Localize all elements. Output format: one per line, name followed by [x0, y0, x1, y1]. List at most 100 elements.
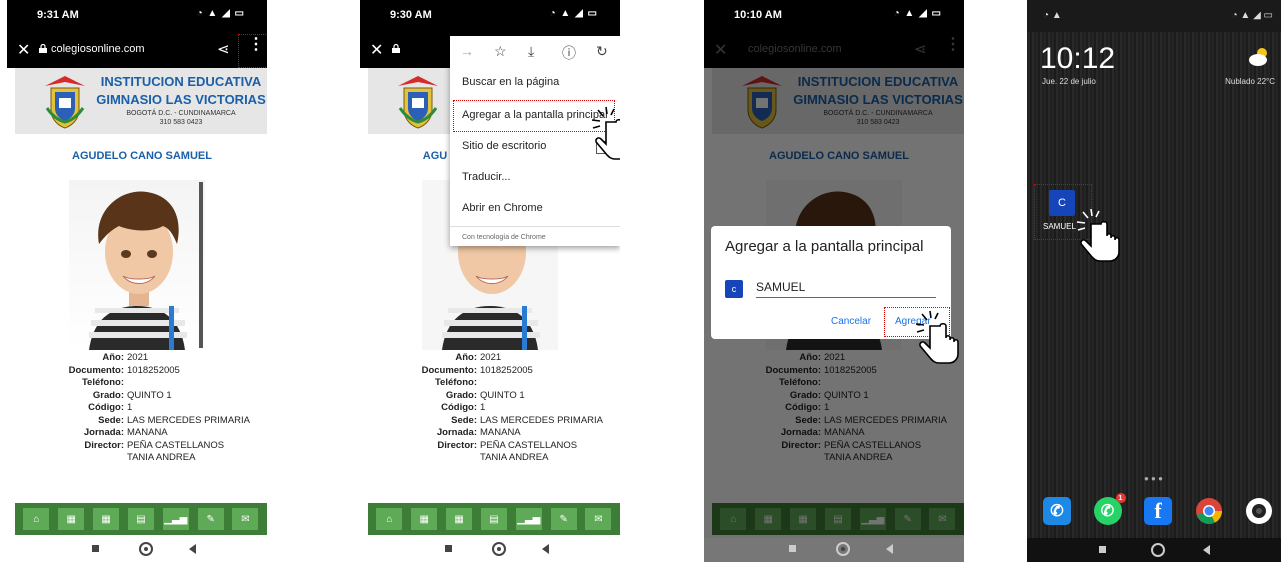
menu-action-row: → ☆ ⤓ ⓘ ↻ — [450, 36, 620, 66]
info-icon[interactable]: ⓘ — [562, 43, 576, 63]
chart-icon[interactable]: ▁▃▅ — [515, 508, 542, 530]
recents-button[interactable] — [445, 545, 452, 552]
home-icon[interactable]: ⌂ — [23, 508, 50, 530]
lock-icon — [392, 44, 400, 53]
info-row-campus: Sede:LAS MERCEDES PRIMARIA — [451, 414, 603, 426]
date-text: Jue. 22 de julio — [1042, 77, 1096, 86]
back-button[interactable] — [1203, 545, 1210, 555]
menu-item-translate[interactable]: Traducir... — [462, 171, 511, 183]
phone-screen-step-1: 9:31 AM ◔ ▲ ◢ ▭ ✕ colegiosonline.com ⋖ ⋮… — [7, 0, 267, 562]
apps-icon[interactable]: ▦ — [93, 508, 120, 530]
document-icon[interactable]: ▤ — [480, 508, 507, 530]
lock-icon — [39, 44, 47, 53]
phone-screen-step-3: 10:10 AM ◔ ▲ ◢ ▭ ✕ colegiosonline.com ⋖ … — [704, 0, 964, 562]
home-icon[interactable]: ⌂ — [376, 508, 403, 530]
recents-button[interactable] — [92, 545, 99, 552]
back-button[interactable] — [189, 544, 196, 554]
samuel-shortcut-icon[interactable]: C — [1049, 190, 1075, 216]
grid-icon[interactable]: ▦ — [58, 508, 85, 530]
close-icon[interactable]: ✕ — [370, 40, 383, 60]
tap-hand-icon — [591, 106, 620, 160]
chart-icon[interactable]: ▁▃▅ — [162, 508, 189, 530]
status-icons: ◔ ▲ ◢ ▭ — [196, 8, 245, 19]
android-nav-bar — [1027, 538, 1281, 562]
student-photo — [69, 180, 205, 350]
samuel-shortcut-label[interactable]: SAMUEL — [1043, 222, 1076, 231]
document-icon[interactable]: ▤ — [127, 508, 154, 530]
shortcut-name-input[interactable]: SAMUEL — [756, 280, 805, 294]
cancel-button[interactable]: Cancelar — [831, 316, 871, 327]
status-time: 9:30 AM — [390, 9, 432, 21]
recents-button[interactable] — [789, 545, 796, 552]
info-row-document: Documento:1018252005 — [68, 364, 180, 376]
refresh-icon[interactable]: ↻ — [596, 43, 608, 60]
school-banner: INSTITUCION EDUCATIVA GIMNASIO LAS VICTO… — [15, 68, 267, 134]
status-icons: ◔ ▲ ◢ ▭ — [1231, 10, 1273, 21]
android-nav-bar — [360, 538, 620, 562]
info-row-campus: Sede:LAS MERCEDES PRIMARIA — [98, 414, 250, 426]
info-row-shift: Jornada:MANANA — [436, 427, 521, 438]
mail-icon[interactable]: ✉ — [232, 508, 259, 530]
back-button[interactable] — [542, 544, 549, 554]
menu-item-find[interactable]: Buscar en la página — [462, 76, 559, 88]
student-name: AGUDELO CANO SAMUEL — [72, 150, 212, 162]
info-row-shift: Jornada:MANANA — [83, 427, 168, 438]
phone-app-icon[interactable]: ✆ — [1043, 497, 1071, 525]
home-button[interactable] — [492, 542, 506, 556]
home-button[interactable] — [139, 542, 153, 556]
info-row-director: Director:PEÑA CASTELLANOS — [84, 439, 225, 451]
camera-app-icon[interactable] — [1245, 497, 1273, 525]
shortcut-preview-icon: c — [725, 280, 743, 298]
info-row-code: Código:1 — [441, 402, 486, 413]
share-icon[interactable]: ⋖ — [217, 40, 230, 58]
info-row-director-cont: TANIA ANDREA — [480, 452, 549, 463]
menu-divider — [450, 226, 620, 227]
tap-marker — [238, 34, 267, 68]
recents-button[interactable] — [1099, 546, 1106, 553]
school-crest-icon — [45, 76, 85, 129]
page-indicator: ● ● ● — [1144, 474, 1163, 483]
weather-cloud-icon — [1249, 48, 1267, 66]
pencil-icon[interactable]: ✎ — [197, 508, 224, 530]
info-row-year: Año:2021 — [102, 352, 149, 363]
clock-widget[interactable]: 10:12 — [1040, 42, 1115, 76]
home-button[interactable] — [836, 542, 850, 556]
close-icon[interactable]: ✕ — [17, 40, 30, 60]
school-name-line2: GIMNASIO LAS VICTORIAS — [96, 92, 266, 107]
grid-icon[interactable]: ▦ — [411, 508, 438, 530]
browser-toolbar: ✕ colegiosonline.com ⋖ ⋮ — [7, 32, 267, 68]
whatsapp-icon[interactable]: ✆ 1 — [1093, 493, 1126, 525]
back-button[interactable] — [886, 544, 893, 554]
status-icons-left: ◔ ▲ — [1043, 10, 1062, 21]
apps-icon[interactable]: ▦ — [446, 508, 473, 530]
status-bar: 10:10 AM ◔ ▲ ◢ ▭ — [704, 0, 964, 32]
status-time: 9:31 AM — [37, 9, 79, 21]
star-icon[interactable]: ☆ — [494, 43, 507, 60]
facebook-icon[interactable]: f — [1144, 497, 1172, 525]
chrome-icon[interactable] — [1195, 497, 1223, 525]
status-time: 10:10 AM — [734, 9, 782, 21]
student-info-list: Año:2021 Documento:1018252005 Teléfono: … — [360, 352, 620, 465]
school-name-line1: INSTITUCION EDUCATIVA — [100, 74, 262, 89]
menu-item-desktop-site[interactable]: Sitio de escritorio — [462, 140, 546, 152]
bottom-tab-bar: ⌂ ▦ ▦ ▤ ▁▃▅ ✎ ✉ — [368, 503, 620, 535]
dialog-title: Agregar a la pantalla principal — [725, 238, 924, 255]
phone-screen-step-4: ◔ ▲ ◔ ▲ ◢ ▭ 10:12 Jue. 22 de julio Nubla… — [1027, 0, 1281, 562]
home-button[interactable] — [1151, 543, 1165, 557]
menu-item-open-chrome[interactable]: Abrir en Chrome — [462, 202, 543, 214]
status-bar: 9:31 AM ◔ ▲ ◢ ▭ — [7, 0, 267, 32]
info-row-director-cont: TANIA ANDREA — [127, 452, 196, 463]
pencil-icon[interactable]: ✎ — [550, 508, 577, 530]
tap-hand-icon — [915, 310, 959, 364]
input-underline — [756, 297, 936, 298]
info-row-year: Año:2021 — [455, 352, 502, 363]
url-text[interactable]: colegiosonline.com — [51, 43, 145, 55]
info-row-director: Director:PEÑA CASTELLANOS — [437, 439, 578, 451]
app-dock: ✆ ✆ 1 f — [1043, 493, 1273, 529]
status-bar: 9:30 AM ◔ ▲ ◢ ▭ — [360, 0, 620, 32]
download-icon[interactable]: ⤓ — [528, 43, 534, 60]
status-bar: ◔ ▲ ◔ ▲ ◢ ▭ — [1027, 0, 1281, 32]
forward-icon[interactable]: → — [460, 43, 474, 59]
mail-icon[interactable]: ✉ — [585, 508, 612, 530]
android-nav-bar — [7, 538, 267, 562]
